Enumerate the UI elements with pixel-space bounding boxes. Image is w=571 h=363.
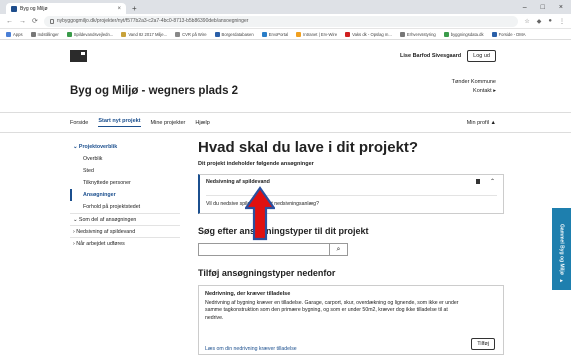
bookmark-icon <box>214 31 220 37</box>
bookmarks-bar: Apps Indstillinger Spildevandsvejledn...… <box>0 29 571 40</box>
site-title-row: Byg og Miljø - wegners plads 2 Tønder Ko… <box>0 72 571 112</box>
municipality-name: Tønder Kommune <box>451 79 496 85</box>
bookmark-icon <box>345 31 351 37</box>
bookmark-item[interactable]: ErvoPortal <box>261 31 288 37</box>
tab-title: Byg og Miljø <box>20 5 48 12</box>
url-text: nybyggogmiljo.dk/projekter/nyt/f577b2a3-… <box>56 18 249 24</box>
nav-forside[interactable]: Forside <box>70 120 88 126</box>
reload-icon[interactable]: ⟳ <box>32 17 38 25</box>
site-header: Lise Barfod Sivesgaard Log ud <box>0 40 571 72</box>
application-title: Nedsivning af spildevand <box>206 179 270 185</box>
trash-icon[interactable] <box>475 179 480 184</box>
close-window-icon[interactable]: × <box>559 2 563 14</box>
sidebar-section-arbejdet[interactable]: › Når arbejdet udføres <box>70 237 180 249</box>
bookmark-icon <box>261 31 267 37</box>
forward-icon[interactable]: → <box>19 18 26 25</box>
card-text: Nedrivning af bygning kræver en tilladel… <box>205 300 459 321</box>
bookmark-item[interactable]: Vaks dk - Opslag m... <box>345 31 392 37</box>
main-heading: Hvad skal du lave i dit projekt? <box>198 139 419 156</box>
chevron-up-icon[interactable]: ⌃ <box>490 178 495 185</box>
bookmark-item[interactable]: Intranet | Erv-Wire <box>296 31 337 37</box>
browser-tab[interactable]: Byg og Miljø × <box>6 3 126 14</box>
feedback-side-tab[interactable]: Gammel Byg og Miljø ▸ <box>552 208 571 290</box>
bookmark-item[interactable]: Indstillinger <box>30 31 59 37</box>
maximize-icon[interactable]: □ <box>541 2 545 14</box>
extensions-area: ☆ ◆ ● ⋮ <box>524 18 565 25</box>
feedback-tab-label: Gammel Byg og Miljø <box>558 223 565 275</box>
back-icon[interactable]: ← <box>6 18 13 25</box>
sidebar-section-del[interactable]: ⌄ Som del af ansøgningen <box>70 213 180 225</box>
bookmark-icon <box>443 31 449 37</box>
sidebar: ⌄ Projektoverblik Overblik Sted Tilknytt… <box>70 133 180 355</box>
sidebar-section-nedsivning[interactable]: › Nedsivning af spildevand <box>70 225 180 237</box>
sidebar-item-personer[interactable]: Tilknyttede personer <box>70 177 180 189</box>
lock-icon <box>49 18 54 24</box>
extension-icon[interactable]: ◆ <box>537 18 542 25</box>
bookmark-icon <box>296 31 302 37</box>
nav-mine-projekter[interactable]: Mine projekter <box>151 120 186 126</box>
bookmark-item[interactable]: Forside - DMA <box>491 31 526 37</box>
main-panel: Hvad skal du lave i dit projekt? Dit pro… <box>180 133 510 355</box>
address-bar-row: ← → ⟳ nybyggogmiljo.dk/projekter/nyt/f57… <box>0 14 571 29</box>
menu-icon[interactable]: ⋮ <box>559 18 565 25</box>
tab-close-icon[interactable]: × <box>117 6 121 12</box>
site-logo[interactable] <box>70 50 87 62</box>
logout-button[interactable]: Log ud <box>467 50 496 62</box>
bookmark-item[interactable]: Erhvervsstyring <box>399 31 436 37</box>
bookmark-icon <box>399 31 405 37</box>
application-card[interactable]: Nedsivning af spildevand ⌃ Vil du nedsiv… <box>198 174 504 214</box>
browser-tab-bar: Byg og Miljø × + – □ × <box>0 0 571 14</box>
card-link[interactable]: Læs om din nedrivning kræver tilladelse <box>205 346 297 352</box>
add-heading: Tilføj ansøgningstyper nedenfor <box>198 268 336 278</box>
search-group: ⌕ <box>198 243 510 256</box>
search-icon: ⌕ <box>336 245 341 253</box>
sidebar-item-forhold[interactable]: Forhold på projektstedet <box>70 201 180 213</box>
bookmark-item[interactable]: Borgerdatabasen <box>214 31 254 37</box>
gear-icon <box>30 31 36 37</box>
main-navigation: Forside Start nyt projekt Mine projekter… <box>0 112 571 133</box>
search-input[interactable] <box>198 243 330 256</box>
user-name: Lise Barfod Sivesgaard <box>400 53 462 59</box>
application-type-card: Nedrivning, der kræver tilladelse Nedriv… <box>198 285 504 355</box>
star-icon[interactable]: ☆ <box>524 18 529 25</box>
bookmark-item[interactable]: Apps <box>6 31 23 37</box>
applications-subheading: Dit projekt indeholder følgende ansøgnin… <box>198 161 314 167</box>
nav-hjaelp[interactable]: Hjælp <box>195 120 209 126</box>
apps-icon <box>6 31 11 37</box>
bookmark-icon <box>66 31 72 37</box>
bookmark-icon <box>175 31 181 37</box>
add-button[interactable]: Tilføj <box>471 338 495 350</box>
card-title: Nedrivning, der kræver tilladelse <box>205 291 291 297</box>
municipality-box: Tønder Kommune Kontakt ▸ <box>452 78 496 112</box>
user-area: Lise Barfod Sivesgaard Log ud <box>400 50 496 62</box>
nav-start-nyt-projekt[interactable]: Start nyt projekt <box>98 118 141 127</box>
contact-link[interactable]: Kontakt ▸ <box>452 87 496 96</box>
url-field[interactable]: nybyggogmiljo.dk/projekter/nyt/f577b2a3-… <box>43 15 519 27</box>
bookmark-icon <box>121 31 127 37</box>
bookmark-item[interactable]: byggningsdata.dk <box>443 31 484 37</box>
search-button[interactable]: ⌕ <box>330 243 348 256</box>
bookmark-item[interactable]: Spildevandsvejledn... <box>66 31 113 37</box>
sidebar-item-sted[interactable]: Sted <box>70 165 180 177</box>
page-title: Byg og Miljø - wegners plads 2 <box>70 85 239 97</box>
bookmark-item[interactable]: Vand 8z 2017 Milje... <box>121 31 167 37</box>
bookmark-item[interactable]: CVR på Wire <box>175 31 207 37</box>
arrow-right-icon: ▸ <box>558 278 565 284</box>
favicon-icon <box>11 5 17 12</box>
bookmark-icon <box>491 31 497 37</box>
red-arrow-annotation <box>245 186 275 241</box>
minimize-icon[interactable]: – <box>523 2 527 14</box>
application-actions: ⌃ <box>475 178 495 185</box>
window-controls: – □ × <box>523 2 571 14</box>
new-tab-button[interactable]: + <box>132 3 137 14</box>
sidebar-heading[interactable]: ⌄ Projektoverblik <box>70 141 180 153</box>
sidebar-item-ansoegninger[interactable]: Ansøgninger <box>70 189 180 201</box>
account-icon[interactable]: ● <box>548 18 552 25</box>
sidebar-item-overblik[interactable]: Overblik <box>70 153 180 165</box>
content-area: ⌄ Projektoverblik Overblik Sted Tilknytt… <box>0 133 571 355</box>
profile-menu[interactable]: Min profil ▲ <box>467 120 496 126</box>
